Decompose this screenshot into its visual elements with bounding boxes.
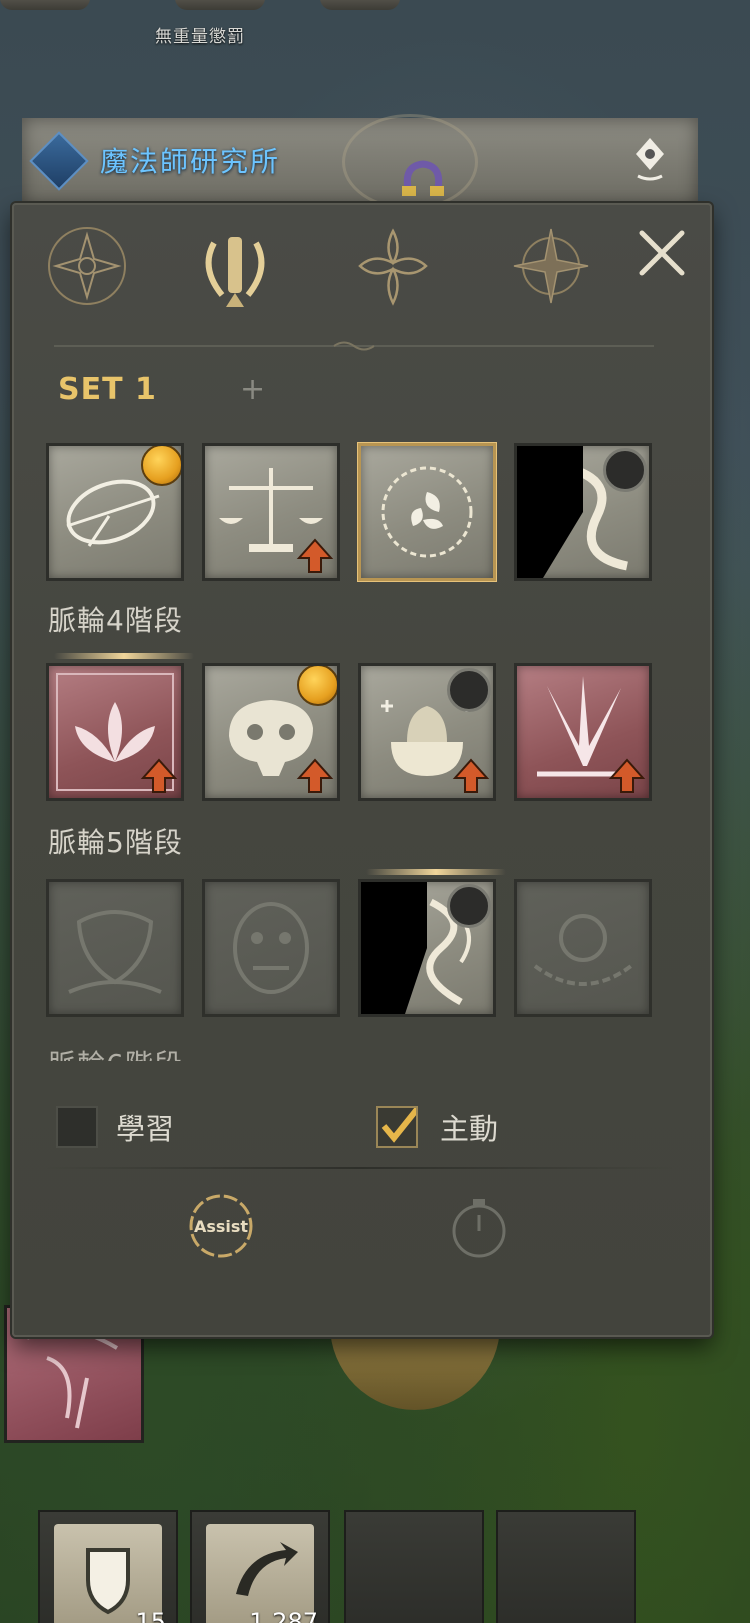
fleur-ornament-tab-icon [358, 228, 428, 306]
skill-slot-3-4[interactable] [514, 879, 652, 1017]
active-glow [366, 869, 506, 875]
section-label-chakra-6: 脈輪6階段 [48, 1043, 183, 1061]
skill-slot-1-1[interactable] [46, 443, 184, 581]
new-skill-badge [141, 446, 181, 486]
skill-slot-3-1[interactable] [46, 879, 184, 1017]
active-checkbox[interactable] [376, 1106, 421, 1148]
laurel-crest-tab-icon [205, 237, 265, 307]
hud-fragment-left [0, 0, 90, 10]
skill-slot-1-2[interactable] [202, 443, 340, 581]
tab-laurel-crest[interactable] [192, 223, 278, 309]
skill-slot-1-4[interactable] [514, 443, 652, 581]
new-skill-badge [297, 666, 337, 706]
skill-slot-2-4[interactable] [514, 663, 652, 801]
skill-panel: SET 1 + 脈輪4階段 脈輪5階段 學習 主動 Assist [12, 203, 712, 1337]
tab-fleur-ornament[interactable] [350, 223, 436, 309]
magnet-icon [402, 160, 444, 196]
cooldown-timer-icon [447, 668, 491, 712]
ogre-face-skill-icon [233, 902, 309, 994]
cooldown-timer-icon [603, 448, 647, 492]
learn-checkbox[interactable] [56, 1106, 98, 1148]
quickbar-slot-3[interactable] [344, 1510, 484, 1623]
map-pin-icon[interactable] [632, 136, 668, 182]
learn-label: 學習 [116, 1112, 175, 1146]
demon-crest-skill-icon [68, 910, 162, 994]
checkmark-icon [381, 1106, 421, 1143]
skill-slot-3-3[interactable] [358, 879, 496, 1017]
skill-slot-1-3[interactable] [358, 443, 496, 581]
game-screen: 無重量懲罰 魔法師研究所 SET 1 + 脈輪4階段 脈輪5階段 學習 主動 A… [0, 0, 750, 1623]
skill-slot-2-3[interactable] [358, 663, 496, 801]
stopwatch-icon[interactable] [446, 1195, 512, 1261]
location-name: 魔法師研究所 [100, 145, 281, 178]
weight-status-label: 無重量懲罰 [155, 27, 245, 47]
panel-tabs [44, 223, 604, 313]
skill-slot-2-1[interactable] [46, 663, 184, 801]
add-set-button[interactable]: + [240, 372, 265, 407]
quickbar-slot-4[interactable] [496, 1510, 636, 1623]
hud-fragment-mid [175, 0, 265, 10]
tab-compass-rose[interactable] [508, 223, 594, 309]
upgrade-arrow-icon [608, 758, 646, 793]
skull-chains-skill-icon [533, 914, 633, 986]
close-icon[interactable] [634, 225, 690, 281]
triskelion-skill-icon [381, 466, 473, 558]
assist-label: Assist [194, 1217, 248, 1236]
location-bar: 魔法師研究所 [22, 114, 698, 210]
upgrade-arrow-icon [452, 758, 490, 793]
hud-fragment-right [320, 0, 400, 10]
quill-diamond-icon [29, 131, 89, 191]
skill-slot-2-2[interactable] [202, 663, 340, 801]
panel-divider [44, 1167, 674, 1169]
quickbar-slot-1[interactable]: 15 [38, 1510, 178, 1623]
assist-button[interactable]: Assist [186, 1191, 256, 1261]
section-label-chakra-4: 脈輪4階段 [48, 604, 183, 637]
item-count: 15 [135, 1608, 166, 1623]
quickbar-slot-2[interactable]: 1,287 [190, 1510, 330, 1623]
active-label: 主動 [440, 1112, 499, 1146]
section-label-chakra-5: 脈輪5階段 [48, 826, 183, 859]
compass-rose-tab-icon [513, 228, 589, 304]
active-glow [54, 653, 194, 659]
cooldown-timer-icon [447, 884, 491, 928]
divider-ornament [54, 341, 654, 351]
upgrade-arrow-icon [296, 538, 334, 573]
upgrade-arrow-icon [140, 758, 178, 793]
toggle-row: 學習 主動 [56, 1100, 676, 1152]
item-count: 1,287 [249, 1608, 318, 1623]
skill-slot-3-2[interactable] [202, 879, 340, 1017]
tab-compass-star[interactable] [44, 223, 130, 309]
set-label[interactable]: SET 1 [58, 372, 157, 407]
compass-star-tab-icon [48, 227, 126, 305]
upgrade-arrow-icon [296, 758, 334, 793]
